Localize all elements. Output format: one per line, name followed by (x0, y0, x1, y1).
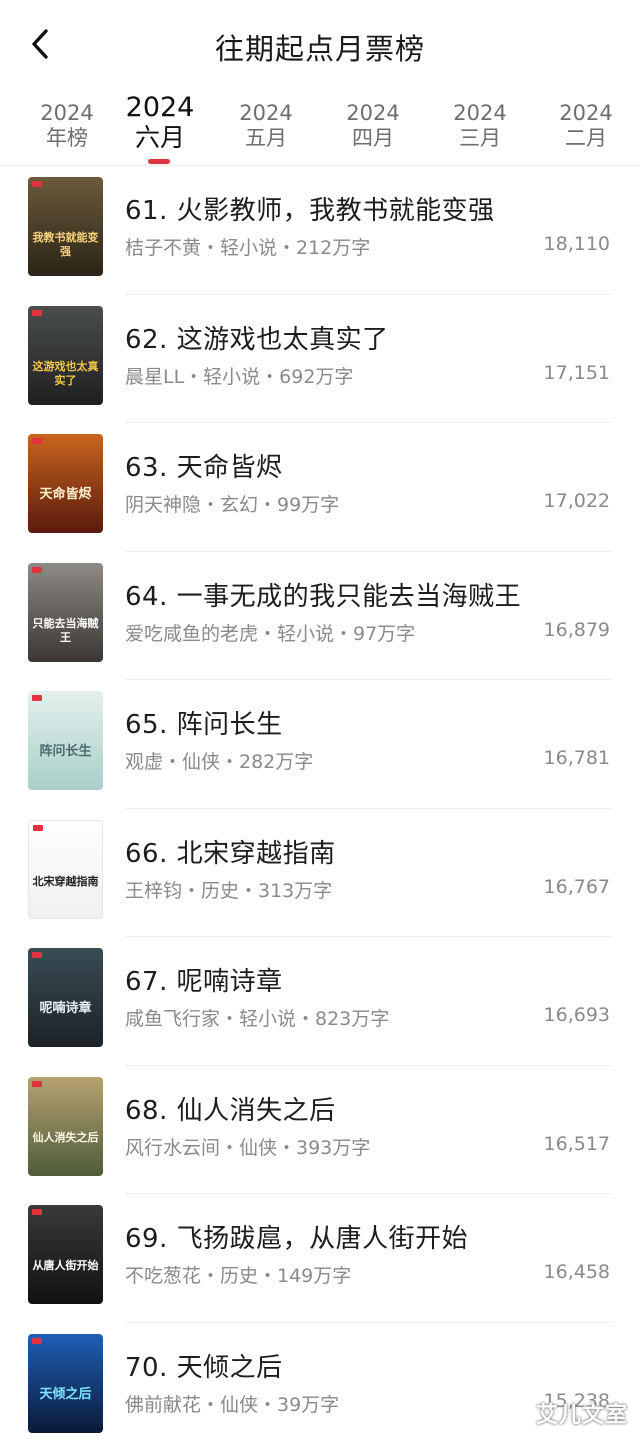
book-meta: 风行水云间・仙侠・393万字 (125, 1136, 371, 1159)
vote-count: 16,781 (543, 747, 610, 769)
tab-label: 四月 (352, 126, 394, 150)
cover-text: 从唐人街开始 (32, 1259, 99, 1272)
app-logo-icon (32, 1337, 42, 1344)
tab-label: 六月 (134, 123, 185, 152)
book-cover: 只能去当海贼王 (28, 562, 103, 662)
tab-year: 2024 (453, 101, 507, 125)
tab-2024-february[interactable]: 2024 二月 (532, 90, 640, 151)
app-logo-icon (32, 566, 42, 573)
list-item[interactable]: 阵问长生 65. 阵问长生 观虚・仙侠・282万字 16,781 (0, 680, 640, 809)
app-logo-icon (32, 1209, 42, 1215)
app-logo-icon (32, 1080, 42, 1087)
vote-count: 16,767 (543, 875, 610, 898)
tab-label: 年榜 (46, 126, 88, 150)
tab-2024-march[interactable]: 2024 三月 (426, 90, 534, 151)
book-title: 66. 北宋穿越指南 (125, 838, 336, 869)
tab-2024-year[interactable]: 2024 年榜 (13, 90, 121, 151)
cover-text: 这游戏也太真实了 (32, 359, 99, 387)
tab-2024-april[interactable]: 2024 四月 (319, 90, 427, 151)
cover-text: 只能去当海贼王 (32, 616, 99, 644)
cover-text: 天命皆烬 (39, 487, 92, 502)
vote-count: 16,879 (543, 618, 610, 641)
list-item[interactable]: 北宋穿越指南 66. 北宋穿越指南 王梓钧・历史・313万字 16,767 (0, 809, 640, 937)
book-title: 64. 一事无成的我只能去当海贼王 (125, 581, 522, 612)
cover-text: 仙人消失之后 (32, 1130, 99, 1144)
app-logo-icon (32, 952, 42, 958)
list-item[interactable]: 天命皆烬 63. 天命皆烬 阴天神隐・玄幻・99万字 17,022 (0, 423, 640, 552)
book-title: 61. 火影教师，我教书就能变强 (125, 196, 495, 226)
tab-2024-june[interactable]: 2024 六月 (106, 90, 214, 153)
vote-count: 18,110 (543, 233, 610, 255)
tab-label: 五月 (245, 126, 287, 150)
top-bar: 往期起点月票榜 (0, 0, 640, 90)
tab-year: 2024 (559, 101, 613, 125)
month-tabs: 2024 年榜 2024 六月 2024 五月 2024 四月 2024 三月 … (0, 90, 640, 166)
list-item[interactable]: 我教书就能变强 61. 火影教师，我教书就能变强 桔子不黄・轻小说・212万字 … (0, 166, 640, 295)
book-meta: 晨星LL・轻小说・692万字 (125, 365, 354, 388)
book-meta: 桔子不黄・轻小说・212万字 (125, 237, 371, 259)
app-logo-icon (32, 438, 42, 444)
list-item[interactable]: 呢喃诗章 67. 呢喃诗章 咸鱼飞行家・轻小说・823万字 16,693 (0, 937, 640, 1066)
tab-label: 二月 (565, 126, 607, 150)
book-cover: 阵问长生 (28, 691, 103, 790)
book-meta: 阴天神隐・玄幻・99万字 (125, 494, 340, 516)
list-item[interactable]: 仙人消失之后 68. 仙人消失之后 风行水云间・仙侠・393万字 16,517 (0, 1066, 640, 1194)
book-title: 67. 呢喃诗章 (125, 967, 283, 997)
vote-count: 16,517 (543, 1132, 610, 1155)
book-cover: 呢喃诗章 (28, 948, 103, 1047)
book-meta: 咸鱼飞行家・轻小说・823万字 (125, 1008, 390, 1030)
tab-year: 2024 (40, 101, 94, 125)
cover-text: 阵问长生 (39, 744, 92, 759)
book-title: 68. 仙人消失之后 (125, 1095, 336, 1126)
cover-text: 北宋穿越指南 (32, 874, 99, 888)
app-logo-icon (32, 181, 42, 187)
vote-count: 16,458 (543, 1261, 610, 1283)
list-item[interactable]: 只能去当海贼王 64. 一事无成的我只能去当海贼王 爱吃咸鱼的老虎・轻小说・97… (0, 552, 640, 680)
tab-label: 三月 (459, 126, 501, 150)
watermark: 艾儿文室 (535, 1403, 628, 1428)
app-logo-icon (33, 824, 43, 831)
book-cover: 天命皆烬 (28, 434, 103, 533)
app-logo-icon (32, 309, 42, 316)
list-item[interactable]: 从唐人街开始 69. 飞扬跋扈，从唐人街开始 不吃葱花・历史・149万字 16,… (0, 1194, 640, 1323)
book-meta: 王梓钧・历史・313万字 (125, 879, 333, 902)
book-cover: 从唐人街开始 (28, 1205, 103, 1304)
app-logo-icon (32, 695, 42, 701)
cover-text: 我教书就能变强 (32, 231, 99, 258)
vote-count: 17,151 (543, 361, 610, 384)
book-cover: 我教书就能变强 (28, 177, 103, 276)
active-tab-indicator (148, 159, 170, 164)
book-cover: 仙人消失之后 (28, 1076, 103, 1176)
book-meta: 爱吃咸鱼的老虎・轻小说・97万字 (125, 622, 416, 645)
tab-year: 2024 (125, 92, 195, 123)
book-title: 62. 这游戏也太真实了 (125, 324, 389, 355)
list-item[interactable]: 这游戏也太真实了 62. 这游戏也太真实了 晨星LL・轻小说・692万字 17,… (0, 295, 640, 423)
book-title: 65. 阵问长生 (125, 710, 283, 740)
book-meta: 观虚・仙侠・282万字 (125, 751, 314, 773)
tab-2024-may[interactable]: 2024 五月 (212, 90, 320, 151)
tab-year: 2024 (239, 101, 293, 125)
book-meta: 不吃葱花・历史・149万字 (125, 1265, 352, 1287)
vote-count: 16,693 (543, 1004, 610, 1026)
cover-text: 呢喃诗章 (39, 1001, 92, 1016)
book-title: 63. 天命皆烬 (125, 453, 283, 483)
book-cover: 天倾之后 (28, 1333, 103, 1433)
cover-text: 天倾之后 (39, 1386, 92, 1402)
page-title: 往期起点月票榜 (214, 32, 425, 66)
book-cover: 北宋穿越指南 (28, 819, 103, 919)
book-title: 70. 天倾之后 (125, 1352, 283, 1383)
tab-year: 2024 (346, 101, 400, 125)
book-meta: 佛前献花・仙侠・39万字 (125, 1393, 340, 1416)
vote-count: 17,022 (543, 490, 610, 512)
book-title: 69. 飞扬跋扈，从唐人街开始 (125, 1224, 469, 1254)
book-cover: 这游戏也太真实了 (28, 305, 103, 405)
